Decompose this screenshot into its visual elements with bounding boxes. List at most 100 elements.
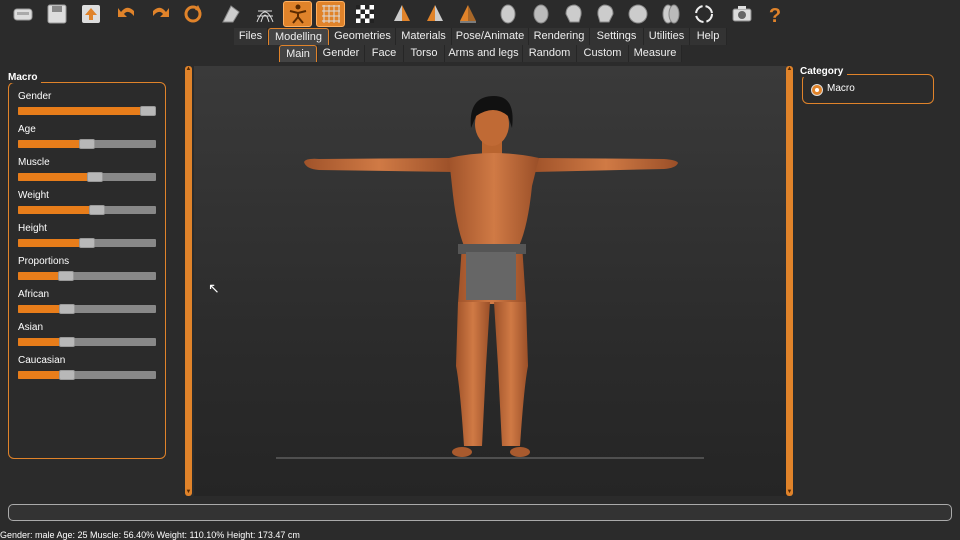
front-view-icon[interactable] [387,1,416,27]
slider-label: Caucasian [18,355,66,366]
3d-viewport[interactable]: ↖ [194,66,791,496]
head-bottom-icon[interactable] [656,1,685,27]
scroll-down-icon[interactable]: ▼ [786,489,793,496]
slider-african: African [18,288,158,314]
pose-figure-icon[interactable] [283,1,312,27]
slider-handle[interactable] [79,139,95,149]
subtab-torso[interactable]: Torso [404,45,445,62]
slider-track[interactable] [18,370,156,380]
grid-icon[interactable] [316,1,345,27]
slider-gender: Gender [18,90,158,116]
progress-bar [8,504,952,521]
undo-icon[interactable] [112,1,141,27]
slider-label: Asian [18,322,44,333]
slider-label: Weight [18,190,49,201]
slider-fill [18,140,87,148]
slider-handle[interactable] [59,304,75,314]
slider-track[interactable] [18,238,156,248]
slider-label: Muscle [18,157,50,168]
smooth-icon[interactable] [216,1,245,27]
slider-label: Proportions [18,256,70,267]
left-scrollbar[interactable]: ▲ ▼ [185,66,192,496]
tab-files[interactable]: Files [234,28,268,45]
subtab-main[interactable]: Main [279,45,317,62]
main-toolbar: ? [0,0,960,28]
slider-fill [18,173,95,181]
tab-geometries[interactable]: Geometries [330,28,396,45]
slider-handle[interactable] [59,370,75,380]
subtab-random[interactable]: Random [523,45,577,62]
scroll-up-icon[interactable]: ▲ [185,66,192,73]
export-arrow-icon[interactable] [76,1,105,27]
svg-text:?: ? [768,5,780,26]
left-view-icon[interactable] [420,1,449,27]
head-front-icon[interactable] [493,1,522,27]
macro-radio[interactable] [811,84,823,96]
subtab-gender[interactable]: Gender [318,45,365,62]
slider-label: Age [18,124,36,135]
tab-materials[interactable]: Materials [396,28,452,45]
slider-track[interactable] [18,337,156,347]
help-icon[interactable]: ? [760,1,789,27]
mouse-cursor-icon: ↖ [208,280,220,296]
subtab-custom[interactable]: Custom [577,45,629,62]
scroll-down-icon[interactable]: ▼ [185,489,192,496]
slider-handle[interactable] [58,271,74,281]
slider-asian: Asian [18,321,158,347]
slider-height: Height [18,222,158,248]
slider-track[interactable] [18,304,156,314]
camera-icon[interactable] [727,1,756,27]
status-bar: Gender: male Age: 25 Muscle: 56.40% Weig… [0,530,300,540]
left-panel: Macro Gender Age Muscle Weight Height Proport… [0,66,184,498]
right-scrollbar[interactable]: ▲ ▼ [786,66,793,496]
redo-icon[interactable] [145,1,174,27]
reset-icon[interactable] [178,1,207,27]
macro-title: Macro [8,72,42,83]
tab-modelling[interactable]: Modelling [268,28,329,45]
slider-label: Height [18,223,47,234]
slider-track[interactable] [18,205,156,215]
floppy-save-icon[interactable] [42,1,71,27]
slider-handle[interactable] [89,205,105,215]
macro-radio-label[interactable]: Macro [827,83,855,94]
slider-track[interactable] [18,271,156,281]
right-view-icon[interactable] [453,1,482,27]
slider-label: Gender [18,91,52,102]
head-right-icon[interactable] [591,1,620,27]
slider-handle[interactable] [140,106,156,116]
reset-camera-icon[interactable] [689,1,718,27]
right-panel: Macro Category [796,66,960,496]
tab-help[interactable]: Help [690,28,727,45]
slider-weight: Weight [18,189,158,215]
sub-tabs: Main Gender Face Torso Arms and legs Ran… [0,45,960,62]
head-left-icon[interactable] [558,1,587,27]
slider-caucasian: Caucasian [18,354,158,380]
slider-handle[interactable] [79,238,95,248]
head-back-icon[interactable] [526,1,555,27]
slider-muscle: Muscle [18,156,158,182]
head-top-icon[interactable] [623,1,652,27]
hard-drive-icon[interactable] [8,1,37,27]
subtab-face[interactable]: Face [365,45,404,62]
slider-handle[interactable] [87,172,103,182]
slider-fill [18,107,148,115]
tab-rendering[interactable]: Rendering [529,28,590,45]
category-title: Category [800,66,848,77]
slider-handle[interactable] [59,337,75,347]
slider-track[interactable] [18,139,156,149]
slider-fill [18,206,97,214]
slider-label: African [18,289,50,300]
main-tabs: Files Modelling Geometries Materials Pos… [0,28,960,45]
slider-track[interactable] [18,106,156,116]
subtab-arms-and-legs[interactable]: Arms and legs [445,45,523,62]
subtab-measure[interactable]: Measure [629,45,682,62]
tab-settings[interactable]: Settings [590,28,644,45]
checkerboard-icon[interactable] [350,1,379,27]
scroll-up-icon[interactable]: ▲ [786,66,793,73]
wireframe-icon[interactable] [250,1,279,27]
category-group: Macro [802,74,934,104]
tab-pose-animate[interactable]: Pose/Animate [452,28,529,45]
slider-age: Age [18,123,158,149]
slider-track[interactable] [18,172,156,182]
tab-utilities[interactable]: Utilities [644,28,690,45]
